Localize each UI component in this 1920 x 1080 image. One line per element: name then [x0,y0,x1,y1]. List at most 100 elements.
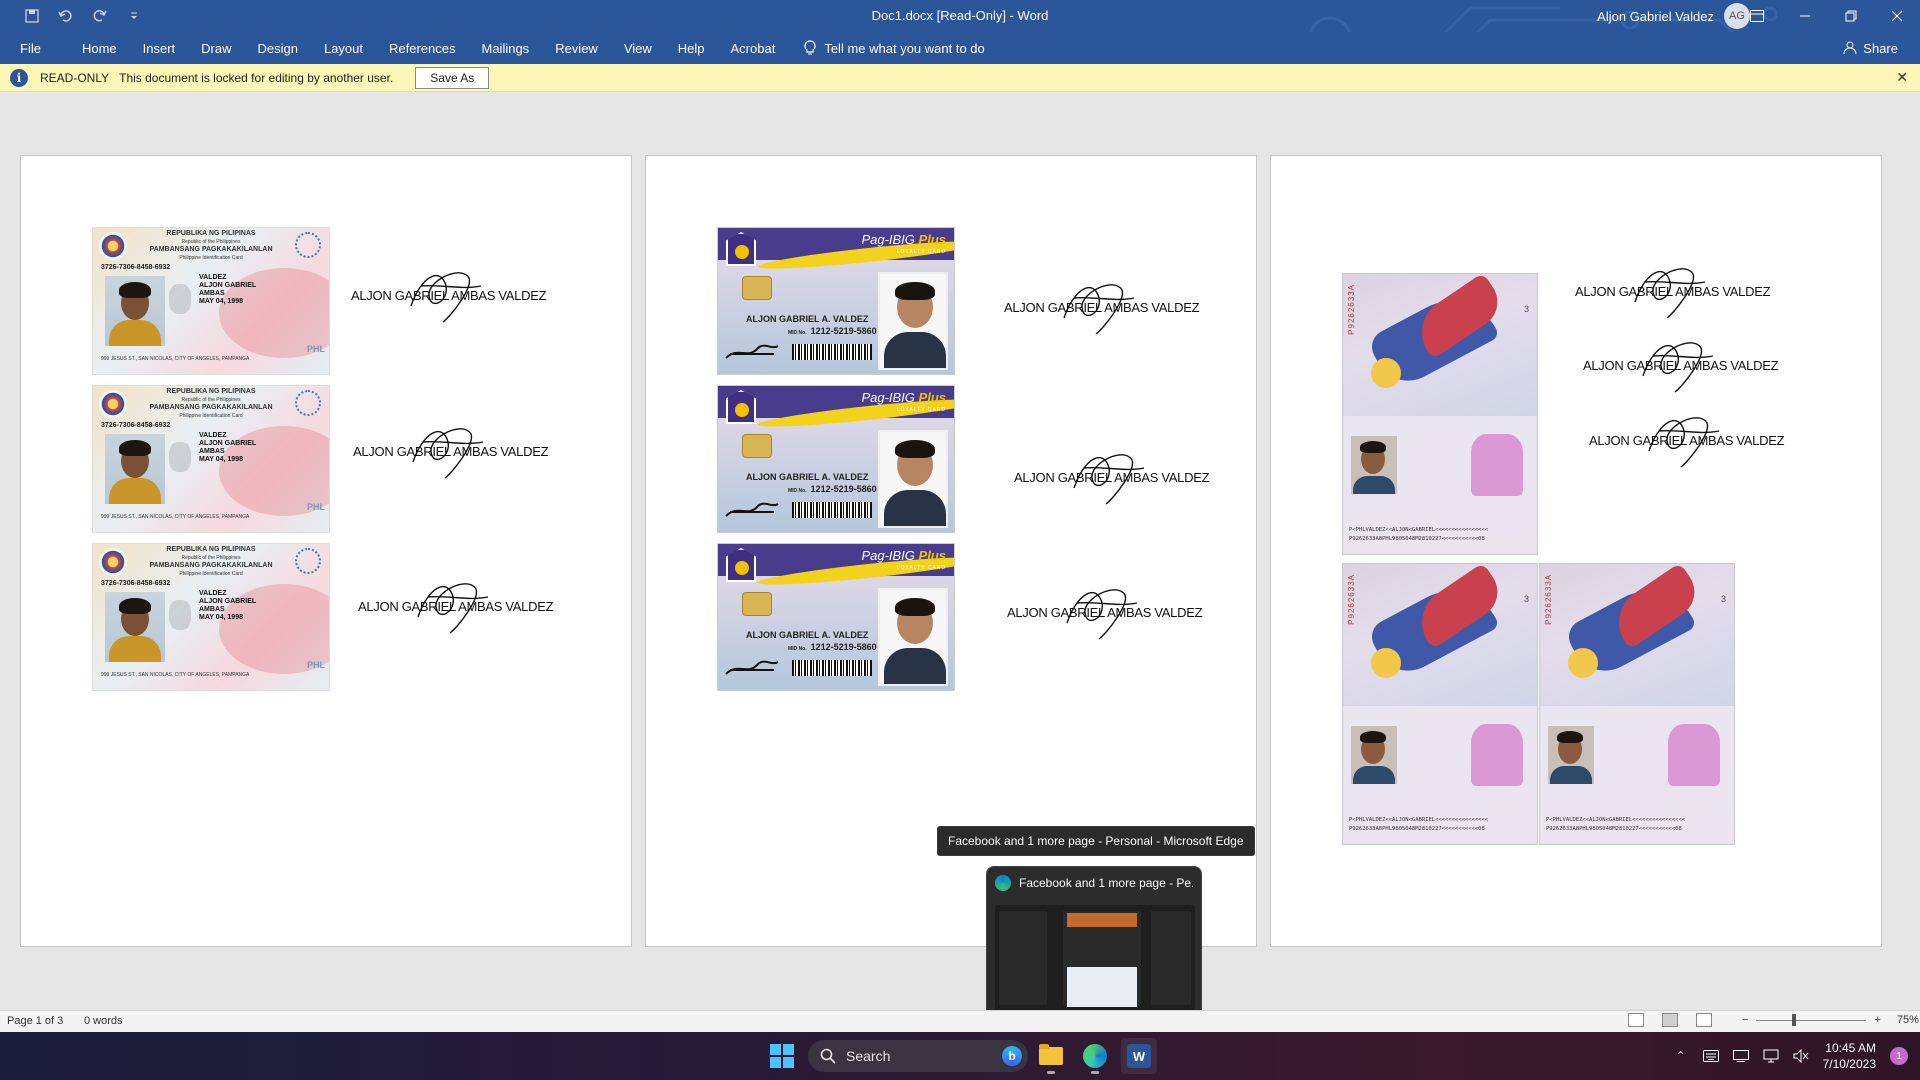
zoom-in-button[interactable]: + [1874,1014,1880,1026]
web-layout-icon[interactable] [1696,1013,1712,1027]
signature-name: ALJON GABRIEL AMBAS VALDEZ [1589,433,1785,448]
id-country: PHL [307,344,325,354]
passport-page-number: 3 [1720,594,1726,604]
minimize-button[interactable] [1782,0,1828,32]
bing-icon[interactable]: b [1002,1046,1022,1066]
tab-mailings[interactable]: Mailings [469,32,543,64]
title-bar: Doc1.docx [Read-Only] - Word Aljon Gabri… [0,0,1920,32]
page-count[interactable]: Page 1 of 3 [7,1015,63,1027]
restore-icon [1845,10,1857,22]
word-count[interactable]: 0 words [84,1015,123,1027]
card-mid: MID No. 1212-5219-5860 [788,642,877,652]
search-label: Search [846,1048,891,1064]
document-page-1[interactable]: REPUBLIKA NG PILIPINAS Republic of the Ph… [20,155,632,947]
signature-name: ALJON GABRIEL AMBAS VALDEZ [1004,300,1200,315]
card-chip-icon [742,276,772,300]
close-icon[interactable]: ✕ [1896,69,1908,86]
save-as-button[interactable]: Save As [415,66,490,89]
tab-review[interactable]: Review [542,32,611,64]
document-page-3[interactable]: P9262633A 3 P<PHLVALDEZ<<ALJON<GABRIEL<<<… [1270,155,1882,947]
undo-icon[interactable] [54,4,78,28]
zoom-out-button[interactable]: − [1742,1014,1748,1026]
account-area[interactable]: Aljon Gabriel Valdez AG [1597,0,1750,32]
tell-me-search[interactable]: Tell me what you want to do [788,40,985,56]
tab-home[interactable]: Home [69,32,130,64]
signature-block: ALJON GABRIEL AMBAS VALDEZ [1007,573,1203,643]
card-photo [878,272,948,370]
card-chip-icon [742,434,772,458]
save-icon[interactable] [20,4,44,28]
card-name: ALJON GABRIEL A. VALDEZ [746,472,869,482]
card-name: ALJON GABRIEL A. VALDEZ [746,314,869,324]
pagibig-card-image: Pag-IBIG Plus LOYALTY CARD ALJON GABRIEL … [717,543,955,691]
card-mid: MID No. 1212-5219-5860 [788,326,877,336]
ribbon-display-options-icon[interactable] [1734,0,1780,32]
network-icon[interactable] [1763,1049,1779,1063]
keyboard-icon[interactable] [1702,1049,1719,1063]
national-id-image: REPUBLIKA NG PILIPINAS Republic of the Ph… [92,385,330,533]
card-signature-icon [725,344,779,359]
ribbon-tabs: File Home Insert Draw Design Layout Refe… [0,32,1920,64]
lightbulb-icon [804,40,816,55]
edge-button[interactable] [1077,1038,1113,1074]
chevron-up-icon[interactable]: ⌃ [1673,1049,1689,1063]
system-tray: ⌃ 10:45 AM 7/10/2023 1 [1673,1032,1920,1080]
view-buttons [1628,1013,1712,1027]
tab-file[interactable]: File [0,32,69,64]
tab-acrobat[interactable]: Acrobat [718,32,789,64]
word-button[interactable]: W [1121,1038,1157,1074]
id-fields: VALDEZ ALJON GABRIEL AMBAS MAY 04, 1998 [199,274,257,305]
tab-insert[interactable]: Insert [130,32,189,64]
barcode-icon [792,502,872,518]
tab-help[interactable]: Help [665,32,718,64]
word-icon: W [1127,1044,1151,1068]
restore-button[interactable] [1828,0,1874,32]
signature-name: ALJON GABRIEL AMBAS VALDEZ [1007,605,1203,620]
print-layout-icon[interactable] [1662,1013,1678,1027]
card-chip-icon [742,592,772,616]
id-photo [105,592,165,662]
id-header-title: PAMBANSANG PAGKAKAKILANLAN [149,562,273,569]
taskbar-search[interactable]: Search b [808,1040,1028,1072]
pagibig-brand: Pag-IBIG Plus LOYALTY CARD [861,232,946,255]
id-header-subtitle: Philippine Identification Card [179,255,243,261]
id-header-subtitle: Philippine Identification Card [179,571,243,577]
close-button[interactable] [1874,0,1920,32]
tab-references[interactable]: References [376,32,468,64]
pagibig-logo-icon [726,548,756,582]
id-address: 999 JESUS ST., SAN NICOLAS, CITY OF ANGE… [101,514,250,520]
preview-screenshot [995,905,1195,1011]
id-address: 999 JESUS ST., SAN NICOLAS, CITY OF ANGE… [101,356,250,362]
zoom-level[interactable]: 75% [1897,1014,1919,1026]
pagibig-logo-icon [726,232,756,266]
notification-badge[interactable]: 1 [1890,1047,1908,1065]
passport-number: P9262633A [1347,284,1356,335]
signature-name: ALJON GABRIEL AMBAS VALDEZ [1583,358,1779,373]
id-number: 3726-7306-8458-6932 [101,580,171,587]
zoom-slider[interactable] [1756,1013,1867,1026]
start-button[interactable] [770,1044,794,1068]
read-mode-icon[interactable] [1628,1013,1644,1027]
clock[interactable]: 10:45 AM 7/10/2023 [1823,1040,1876,1072]
redo-icon[interactable] [88,4,112,28]
volume-muted-icon[interactable] [1793,1049,1809,1063]
id-header-sub: Republic of the Philippines [181,555,241,561]
window-controls [1782,0,1920,32]
file-explorer-button[interactable] [1033,1038,1069,1074]
edge-window-preview[interactable]: Facebook and 1 more page - Pe... [986,866,1202,1018]
edge-icon [995,875,1011,891]
tab-draw[interactable]: Draw [188,32,244,64]
display-icon[interactable] [1732,1049,1749,1063]
share-button[interactable]: Share [1843,32,1898,64]
passport-image: P9262633A 3 P<PHLVALDEZ<<ALJON<GABRIEL<<<… [1539,563,1735,845]
passport-image: P9262633A 3 P<PHLVALDEZ<<ALJON<GABRIEL<<<… [1342,273,1538,555]
national-id-image: REPUBLIKA NG PILIPINAS Republic of the Ph… [92,543,330,691]
read-only-message-bar: i READ-ONLY This document is locked for … [0,64,1920,92]
signature-block: ALJON GABRIEL AMBAS VALDEZ [1575,252,1771,322]
id-header: REPUBLIKA NG PILIPINAS [166,230,256,237]
id-country: PHL [307,660,325,670]
tab-design[interactable]: Design [245,32,311,64]
tab-view[interactable]: View [611,32,665,64]
tab-layout[interactable]: Layout [311,32,376,64]
customize-toolbar-icon[interactable] [122,4,146,28]
